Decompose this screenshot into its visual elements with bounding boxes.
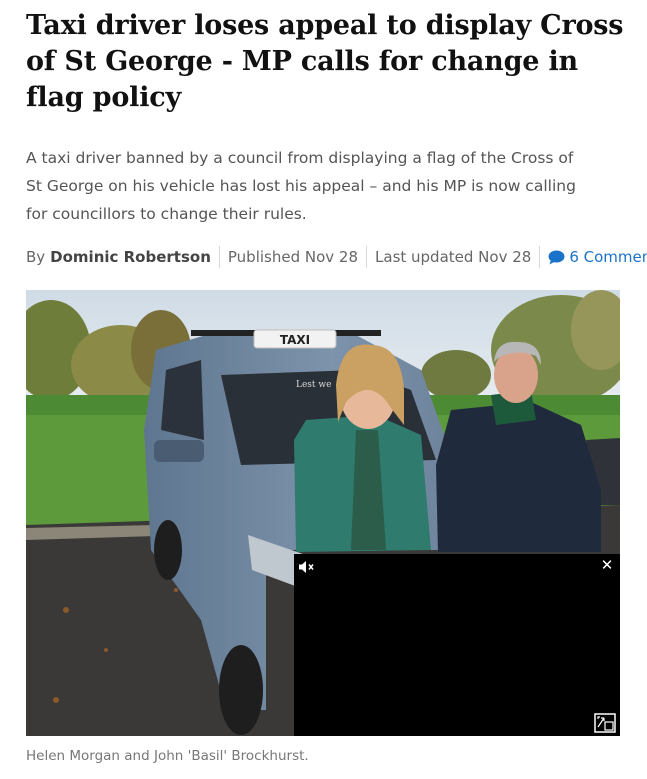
byline-divider [218, 246, 220, 268]
video-player[interactable]: ✕ [294, 554, 620, 736]
byline: By Dominic Robertson Published Nov 28 La… [26, 246, 647, 268]
taxi-sign-text: TAXI [280, 333, 310, 347]
svg-text:Lest we: Lest we [296, 380, 331, 390]
byline-by-label: By [26, 248, 46, 266]
byline-divider [539, 246, 541, 268]
author-link[interactable]: Dominic Robertson [50, 248, 211, 266]
comments-link[interactable]: 6 Comments [548, 248, 647, 266]
speech-bubble-icon [548, 250, 565, 264]
comments-count: 6 Comments [569, 248, 647, 266]
updated-date: Last updated Nov 28 [375, 248, 532, 266]
expand-icon[interactable] [594, 713, 616, 733]
speaker-muted-icon[interactable] [298, 560, 318, 574]
close-icon[interactable]: ✕ [599, 557, 615, 573]
article-headline: Taxi driver loses appeal to display Cros… [26, 10, 624, 113]
byline-divider [366, 246, 368, 268]
published-date: Published Nov 28 [227, 248, 359, 266]
article-standfirst: A taxi driver banned by a council from d… [26, 149, 576, 223]
photo-caption: Helen Morgan and John 'Basil' Brockhurst… [26, 748, 309, 764]
